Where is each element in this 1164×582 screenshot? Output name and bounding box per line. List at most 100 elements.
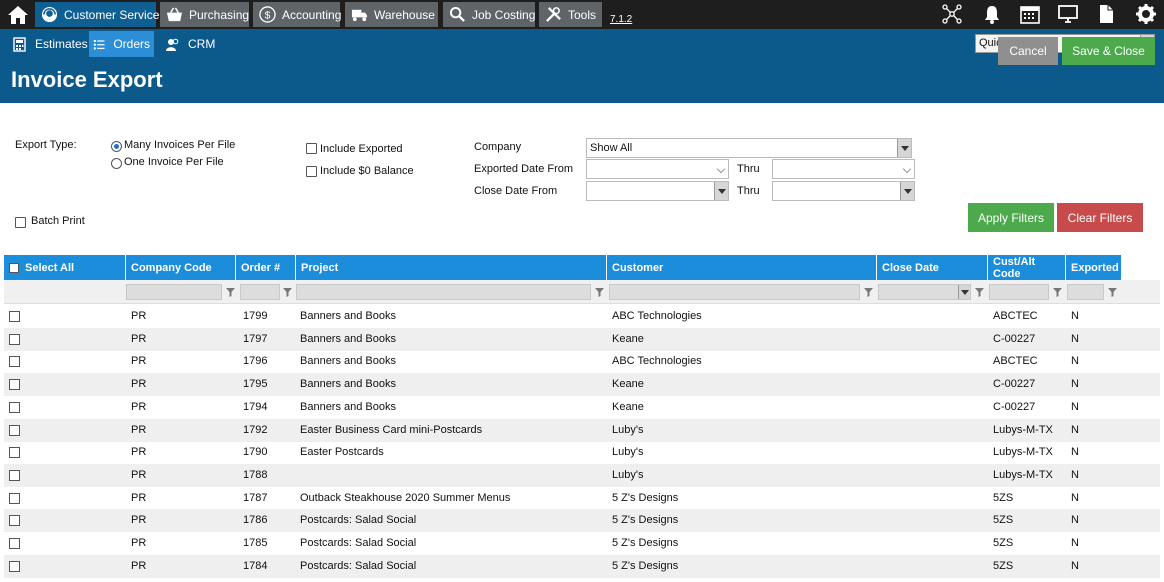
row-checkbox[interactable]: [9, 469, 20, 481]
subtab-label: CRM: [188, 37, 216, 51]
network-icon[interactable]: [941, 3, 963, 25]
exported-date-from-input[interactable]: [586, 159, 729, 179]
row-checkbox[interactable]: [9, 379, 20, 391]
cell-customer: Keane: [612, 332, 644, 345]
table-row[interactable]: PR 1788 Luby's Lubys-M-TX N: [4, 463, 1160, 487]
cell-cust-alt-code: Lubys-M-TX: [993, 446, 1053, 459]
table-row[interactable]: PR 1787 Outback Steakhouse 2020 Summer Men…: [4, 487, 1160, 510]
table-row[interactable]: PR 1785 Postcards: Salad Social 5 Z's Desig…: [4, 532, 1160, 555]
select-all-checkbox[interactable]: [9, 262, 19, 273]
table-row[interactable]: PR 1784 Postcards: Salad Social 5 Z's Desig…: [4, 554, 1160, 578]
row-checkbox[interactable]: [9, 311, 20, 322]
filter-icon[interactable]: [282, 286, 293, 298]
row-checkbox[interactable]: [9, 492, 20, 504]
table-row[interactable]: PR 1797 Banners and Books Keane C-00227 N: [4, 327, 1160, 351]
filter-input-order[interactable]: [240, 284, 280, 300]
basket-icon: [166, 7, 183, 22]
home-icon[interactable]: [6, 4, 30, 26]
calculator-icon: [13, 36, 26, 52]
include-exported-checkbox[interactable]: [306, 143, 317, 154]
table-row[interactable]: PR 1799 Banners and Books ABC Technologies A…: [4, 305, 1160, 328]
tab-warehouse[interactable]: Warehouse: [345, 2, 438, 27]
column-header-order[interactable]: Order #: [236, 255, 296, 280]
gear-icon[interactable]: [1135, 3, 1157, 25]
include-zero-balance-checkbox[interactable]: [306, 166, 317, 177]
radio-one-invoice[interactable]: [111, 158, 122, 169]
cell-cust-alt-code: C-00227: [993, 400, 1036, 413]
close-date-from-input[interactable]: [586, 181, 729, 201]
exported-date-thru-input[interactable]: [772, 159, 915, 179]
column-header-select-all[interactable]: Select All: [4, 255, 126, 280]
batch-print-checkbox[interactable]: [15, 217, 26, 228]
tab-tools[interactable]: Tools: [539, 2, 602, 27]
row-checkbox[interactable]: [9, 560, 20, 572]
row-checkbox[interactable]: [9, 333, 20, 345]
row-checkbox[interactable]: [9, 356, 20, 368]
include-exported-label: Include Exported: [320, 143, 403, 155]
cell-order: 1788: [243, 468, 268, 481]
cell-company-code: PR: [131, 559, 147, 572]
row-checkbox[interactable]: [9, 401, 20, 413]
cell-order: 1797: [243, 332, 268, 345]
filter-icon[interactable]: [1107, 286, 1118, 298]
table-row[interactable]: PR 1794 Banners and Books Keane C-00227 N: [4, 396, 1160, 419]
row-checkbox[interactable]: [9, 515, 20, 527]
tab-job-costing[interactable]: Job Costing: [443, 2, 535, 27]
subtab-estimates[interactable]: Estimates: [8, 31, 92, 57]
row-checkbox[interactable]: [9, 424, 20, 436]
table-row[interactable]: PR 1792 Easter Business Card mini-Postcard…: [4, 418, 1160, 442]
monitor-icon[interactable]: [1057, 3, 1079, 25]
row-checkbox[interactable]: [9, 447, 20, 459]
cell-customer: ABC Technologies: [612, 310, 702, 322]
clear-filters-button[interactable]: Clear Filters: [1057, 203, 1143, 232]
filter-input-exported[interactable]: [1067, 284, 1104, 300]
table-row[interactable]: PR 1786 Postcards: Salad Social 5 Z's Desig…: [4, 509, 1160, 533]
tab-label: Purchasing: [189, 7, 250, 22]
cell-customer: Keane: [612, 378, 644, 391]
filter-input-company-code[interactable]: [126, 284, 222, 300]
table-row[interactable]: PR 1795 Banners and Books Keane C-00227 N: [4, 373, 1160, 397]
export-type-label: Export Type:: [15, 139, 77, 151]
version-link[interactable]: 7.1.2: [610, 14, 632, 25]
subtab-crm[interactable]: CRM: [161, 31, 219, 57]
column-header-close-date[interactable]: Close Date: [877, 255, 988, 280]
column-header-cust-alt-code[interactable]: Cust/Alt Code: [988, 255, 1066, 280]
row-checkbox[interactable]: [9, 538, 20, 549]
subtab-label: Estimates: [35, 37, 88, 51]
cell-cust-alt-code: 5ZS: [993, 537, 1014, 549]
filter-icon[interactable]: [1052, 286, 1063, 298]
filter-icon[interactable]: [863, 286, 874, 298]
filter-input-close-date[interactable]: [878, 284, 971, 300]
chevron-down-icon: [958, 285, 970, 299]
column-header-exported[interactable]: Exported: [1066, 255, 1122, 280]
tab-purchasing[interactable]: Purchasing: [160, 2, 249, 27]
subtab-orders[interactable]: Orders: [89, 31, 154, 57]
cell-order: 1796: [243, 355, 268, 368]
column-header-project[interactable]: Project: [296, 255, 607, 280]
filter-icon[interactable]: [594, 286, 605, 298]
cell-company-code: PR: [131, 468, 147, 481]
filter-icon[interactable]: [974, 286, 985, 298]
company-select[interactable]: Show All: [586, 138, 912, 158]
filter-icon[interactable]: [225, 286, 236, 298]
apply-filters-button[interactable]: Apply Filters: [968, 203, 1054, 232]
document-icon[interactable]: [1095, 3, 1117, 25]
table-row[interactable]: PR 1790 Easter Postcards Luby's Lubys-M-TX N: [4, 441, 1160, 464]
calendar-icon[interactable]: [1019, 3, 1041, 25]
chevron-down-icon: [902, 164, 912, 174]
column-header-company-code[interactable]: Company Code: [126, 255, 236, 280]
save-close-button[interactable]: Save & Close: [1062, 37, 1155, 65]
tab-accounting[interactable]: $ Accounting: [253, 2, 341, 27]
filter-input-cust-alt-code[interactable]: [989, 284, 1049, 300]
cancel-button[interactable]: Cancel: [998, 37, 1058, 65]
filter-input-customer[interactable]: [609, 284, 860, 300]
filter-input-project[interactable]: [296, 284, 591, 300]
bell-icon[interactable]: [981, 3, 1003, 25]
column-header-customer[interactable]: Customer: [607, 255, 877, 280]
tab-customer-service[interactable]: Customer Service: [35, 2, 159, 27]
table-row[interactable]: PR 1796 Banners and Books ABC Technologies A…: [4, 350, 1160, 373]
cell-customer: Luby's: [612, 446, 644, 459]
cell-cust-alt-code: Lubys-M-TX: [993, 468, 1053, 481]
close-date-thru-input[interactable]: [772, 181, 915, 201]
radio-many-invoices[interactable]: [111, 141, 122, 152]
